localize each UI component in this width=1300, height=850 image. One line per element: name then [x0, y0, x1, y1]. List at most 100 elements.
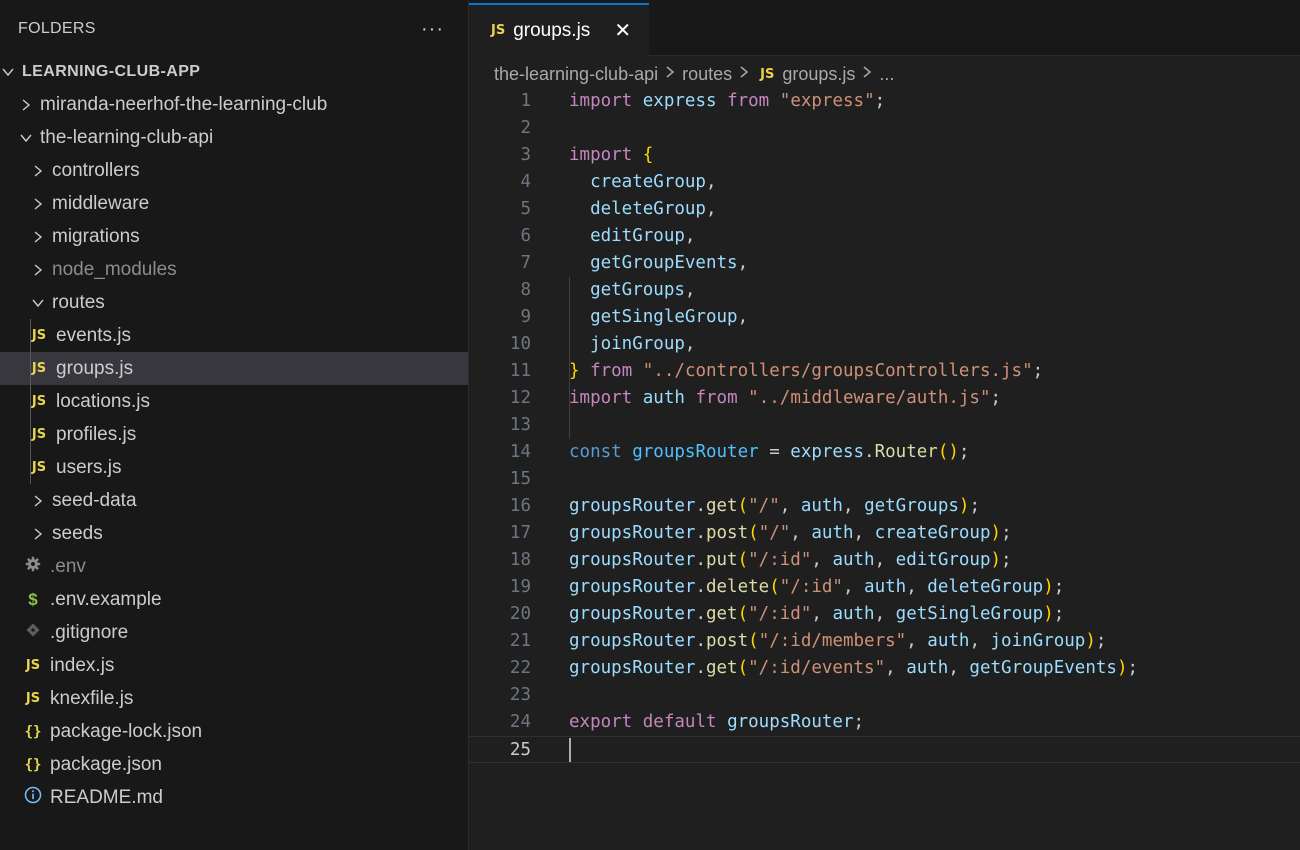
code-line[interactable]: 3 import { [469, 142, 1300, 169]
code-line[interactable]: 8 getGroups, [469, 277, 1300, 304]
tree-item[interactable]: JS profiles.js [0, 418, 468, 451]
tree-item[interactable]: {} package.json [0, 748, 468, 781]
code-line[interactable]: 13 [469, 412, 1300, 439]
chevron-down-icon [0, 65, 16, 79]
tree-item[interactable]: seeds [0, 517, 468, 550]
breadcrumb: the-learning-club-api routes JS groups.j… [469, 56, 1300, 92]
js-file-icon: JS [25, 691, 41, 706]
code-token: "/:id/events" [748, 658, 886, 678]
tree-item[interactable]: routes [0, 286, 468, 319]
tree-item-label: knexfile.js [50, 687, 134, 709]
code-token: , [842, 577, 865, 597]
tree-item[interactable]: migrations [0, 220, 468, 253]
code-line[interactable]: 9 getSingleGroup, [469, 304, 1300, 331]
code-line[interactable]: 14 const groupsRouter = express.Router(); [469, 439, 1300, 466]
tree-item[interactable]: node_modules [0, 253, 468, 286]
code-line[interactable]: 15 [469, 466, 1300, 493]
more-actions-icon[interactable]: ··· [421, 18, 444, 41]
code-text: groupsRouter.get("/:id", auth, getSingle… [569, 601, 1064, 628]
code-line[interactable]: 21 groupsRouter.post("/:id/members", auth… [469, 628, 1300, 655]
code-line[interactable]: 10 joinGroup, [469, 331, 1300, 358]
code-line[interactable]: 24 export default groupsRouter; [469, 709, 1300, 736]
code-token: ( [737, 550, 749, 570]
code-line[interactable]: 6 editGroup, [469, 223, 1300, 250]
code-token: groupsRouter [569, 658, 696, 678]
code-line[interactable]: 17 groupsRouter.post("/", auth, createGro… [469, 520, 1300, 547]
tree-item[interactable]: JS index.js [0, 649, 468, 682]
tree-indent-guide [30, 385, 31, 418]
code-token: ) [990, 523, 1002, 543]
tree-item[interactable]: .env [0, 550, 468, 583]
code-token: delete [705, 577, 770, 597]
code-line[interactable]: 16 groupsRouter.get("/", auth, getGroups)… [469, 493, 1300, 520]
file-tree: LEARNING-CLUB-APP miranda-neerhof-the-lea… [0, 55, 468, 814]
tree-item-label: LEARNING-CLUB-APP [22, 62, 201, 80]
tab-groups-js[interactable]: JS groups.js ✕ [469, 3, 649, 56]
tree-item[interactable]: the-learning-club-api [0, 121, 468, 154]
tree-item[interactable]: .gitignore [0, 616, 468, 649]
tree-item[interactable]: miranda-neerhof-the-learning-club [0, 88, 468, 121]
chevron-right-icon [30, 197, 46, 211]
code-line[interactable]: 12 import auth from "../middleware/auth.j… [469, 385, 1300, 412]
breadcrumb-symbols[interactable]: ... [879, 64, 894, 85]
code-line[interactable]: 19 groupsRouter.delete("/:id", auth, dele… [469, 574, 1300, 601]
code-token: getGroups [590, 280, 685, 300]
code-line[interactable]: 5 deleteGroup, [469, 196, 1300, 223]
code-editor[interactable]: 1 import express from "express"; 2 3 import … [469, 88, 1300, 763]
tree-item[interactable]: JS users.js [0, 451, 468, 484]
code-line[interactable]: 25 [469, 736, 1300, 763]
tree-item[interactable]: LEARNING-CLUB-APP [0, 55, 468, 88]
tree-item[interactable]: README.md [0, 781, 468, 814]
close-icon[interactable]: ✕ [614, 18, 631, 43]
code-line[interactable]: 11} from "../controllers/groupsControlle… [469, 358, 1300, 385]
chevron-right-icon [30, 263, 46, 277]
code-token: get [705, 604, 738, 624]
code-token: editGroup [590, 226, 685, 246]
line-number: 13 [509, 415, 531, 435]
tree-item-label: index.js [50, 654, 115, 676]
code-line[interactable]: 23 [469, 682, 1300, 709]
code-line[interactable]: 22 groupsRouter.get("/:id/events", auth, … [469, 655, 1300, 682]
tree-item[interactable]: seed-data [0, 484, 468, 517]
code-line[interactable]: 20 groupsRouter.get("/:id", auth, getSing… [469, 601, 1300, 628]
code-line[interactable]: 4 createGroup, [469, 169, 1300, 196]
code-token: . [695, 658, 706, 678]
tree-item[interactable]: {} package-lock.json [0, 715, 468, 748]
tree-item[interactable]: JS groups.js [0, 352, 468, 385]
json-braces-icon: {} [24, 756, 42, 773]
breadcrumb-folder-routes[interactable]: routes [682, 64, 732, 85]
tree-item[interactable]: controllers [0, 154, 468, 187]
js-file-icon: JS [31, 427, 47, 442]
breadcrumb-file[interactable]: groups.js [782, 64, 855, 85]
chevron-right-icon [738, 65, 750, 84]
code-token: . [695, 523, 706, 543]
breadcrumb-folder-api[interactable]: the-learning-club-api [494, 64, 658, 85]
code-line[interactable]: 7 getGroupEvents, [469, 250, 1300, 277]
code-text: groupsRouter.get("/:id/events", auth, ge… [569, 655, 1138, 682]
code-token: get [705, 496, 738, 516]
code-token: getGroupEvents [969, 658, 1117, 678]
tree-item[interactable]: JS events.js [0, 319, 468, 352]
tree-item[interactable]: middleware [0, 187, 468, 220]
code-line[interactable]: 1 import express from "express"; [469, 88, 1300, 115]
code-token: ; [1095, 631, 1107, 651]
chevron-right-icon [664, 65, 676, 84]
code-line[interactable]: 2 [469, 115, 1300, 142]
line-number: 24 [509, 712, 531, 732]
line-number: 22 [509, 658, 531, 678]
explorer-sidebar: FOLDERS ··· LEARNING-CLUB-APP miranda-nee… [0, 0, 469, 850]
code-token: , [684, 226, 696, 246]
line-number: 4 [520, 172, 531, 192]
tree-item[interactable]: JS locations.js [0, 385, 468, 418]
tree-item[interactable]: $ .env.example [0, 583, 468, 616]
tree-indent-guide [30, 319, 31, 352]
tree-item[interactable]: JS knexfile.js [0, 682, 468, 715]
code-line[interactable]: 18 groupsRouter.put("/:id", auth, editGro… [469, 547, 1300, 574]
tree-item-label: middleware [52, 192, 150, 214]
code-token: ) [1085, 631, 1096, 651]
